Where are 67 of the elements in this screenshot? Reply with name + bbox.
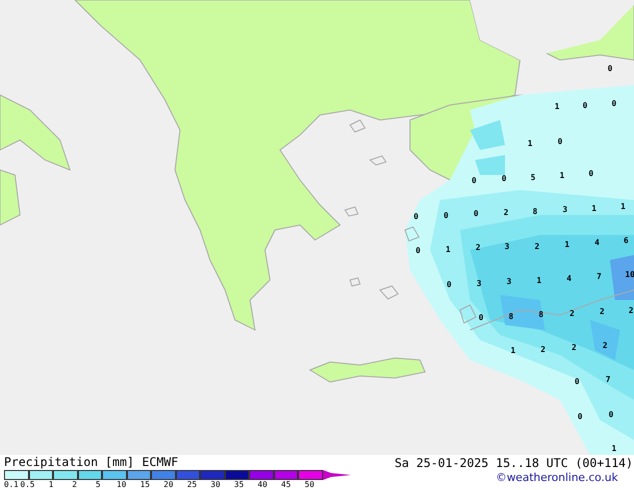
precipitation-value-label: 1: [528, 139, 532, 148]
precipitation-value-label: 4: [594, 238, 600, 247]
precipitation-value-label: 4: [566, 274, 572, 283]
precipitation-value-label: 0: [472, 176, 476, 185]
precipitation-value-label: 2: [540, 345, 546, 354]
precipitation-value-label: 3: [506, 277, 512, 286]
precipitation-value-label: 7: [596, 272, 602, 281]
precipitation-value-label: 8: [532, 207, 538, 216]
legend-tick-label: 2: [72, 480, 77, 490]
legend-tick-label: 30: [210, 480, 220, 490]
legend-title: Precipitation [mm]: [4, 455, 134, 469]
precipitation-value-label: 1: [510, 346, 516, 355]
precipitation-value-label: 0: [582, 101, 588, 110]
precipitation-value-label: 8: [508, 312, 514, 321]
precipitation-value-label: 0: [502, 174, 506, 183]
precipitation-value-label: 8: [538, 310, 544, 319]
precipitation-value-label: 0: [588, 169, 594, 178]
legend-tick-label: 50: [304, 480, 314, 490]
model-name: ECMWF: [142, 455, 178, 469]
precipitation-value-label: 0: [474, 209, 478, 218]
legend-tick-label: 20: [164, 480, 174, 490]
precipitation-value-label: 1: [564, 240, 570, 249]
precipitation-value-label: 0: [578, 412, 582, 421]
precipitation-value-label: 3: [476, 279, 482, 288]
precipitation-value-label: 7: [606, 375, 610, 384]
legend-tick-label: 25: [187, 480, 197, 490]
credit-link[interactable]: ©weatheronline.co.uk: [496, 471, 633, 485]
precipitation-value-label: 1: [554, 102, 560, 111]
precipitation-value-label: 0: [444, 211, 448, 220]
precipitation-value-label: 1: [446, 245, 450, 254]
precipitation-value-label: 2: [476, 243, 480, 252]
precipitation-value-label: 1: [620, 202, 626, 211]
precipitation-value-label: 0: [574, 377, 580, 386]
precipitation-value-label: 10: [625, 270, 634, 279]
precipitation-value-label: 0: [414, 212, 418, 221]
precipitation-value-label: 2: [504, 208, 508, 217]
precipitation-value-label: 1: [612, 444, 616, 453]
precipitation-value-label: 2: [572, 343, 576, 352]
precipitation-value-label: 2: [600, 307, 604, 316]
precipitation-value-label: 2: [602, 341, 608, 350]
legend-tick-label: 35: [234, 480, 244, 490]
precipitation-value-label: 0: [608, 410, 614, 419]
precipitation-value-label: 3: [562, 205, 568, 214]
legend-tick-label: 1: [48, 480, 54, 490]
precipitation-value-label: 2: [570, 309, 574, 318]
precipitation-value-label: 0: [612, 99, 616, 108]
precipitation-value-label: 6: [624, 236, 628, 245]
legend-tick-label: 0.5: [20, 480, 35, 490]
precipitation-value-label: 2: [628, 306, 634, 315]
precipitation-value-label: 1: [560, 171, 564, 180]
precipitation-value-label: 0: [558, 137, 562, 146]
precipitation-value-label: 1: [592, 204, 596, 213]
precipitation-value-label: 1: [536, 276, 542, 285]
legend-tick-label: 45: [281, 480, 291, 490]
precipitation-value-label: 0: [416, 246, 420, 255]
precipitation-value-label: 0: [608, 64, 612, 73]
valid-time: Sa 25-01-2025 15..18 UTC (00+114): [394, 455, 633, 471]
legend-tick-label: 10: [116, 480, 126, 490]
legend-tick-label: 0.1: [4, 480, 18, 490]
precipitation-value-label: 3: [504, 242, 510, 251]
precipitation-value-label: 0: [446, 280, 452, 289]
precipitation-value-label: 0: [478, 313, 484, 322]
precipitation-value-label: 2: [534, 242, 540, 251]
legend-tick-label: 15: [140, 480, 150, 490]
legend-tick-label: 5: [96, 480, 100, 490]
legend-tick-label: 40: [258, 480, 268, 490]
precipitation-value-label: 5: [530, 173, 536, 182]
